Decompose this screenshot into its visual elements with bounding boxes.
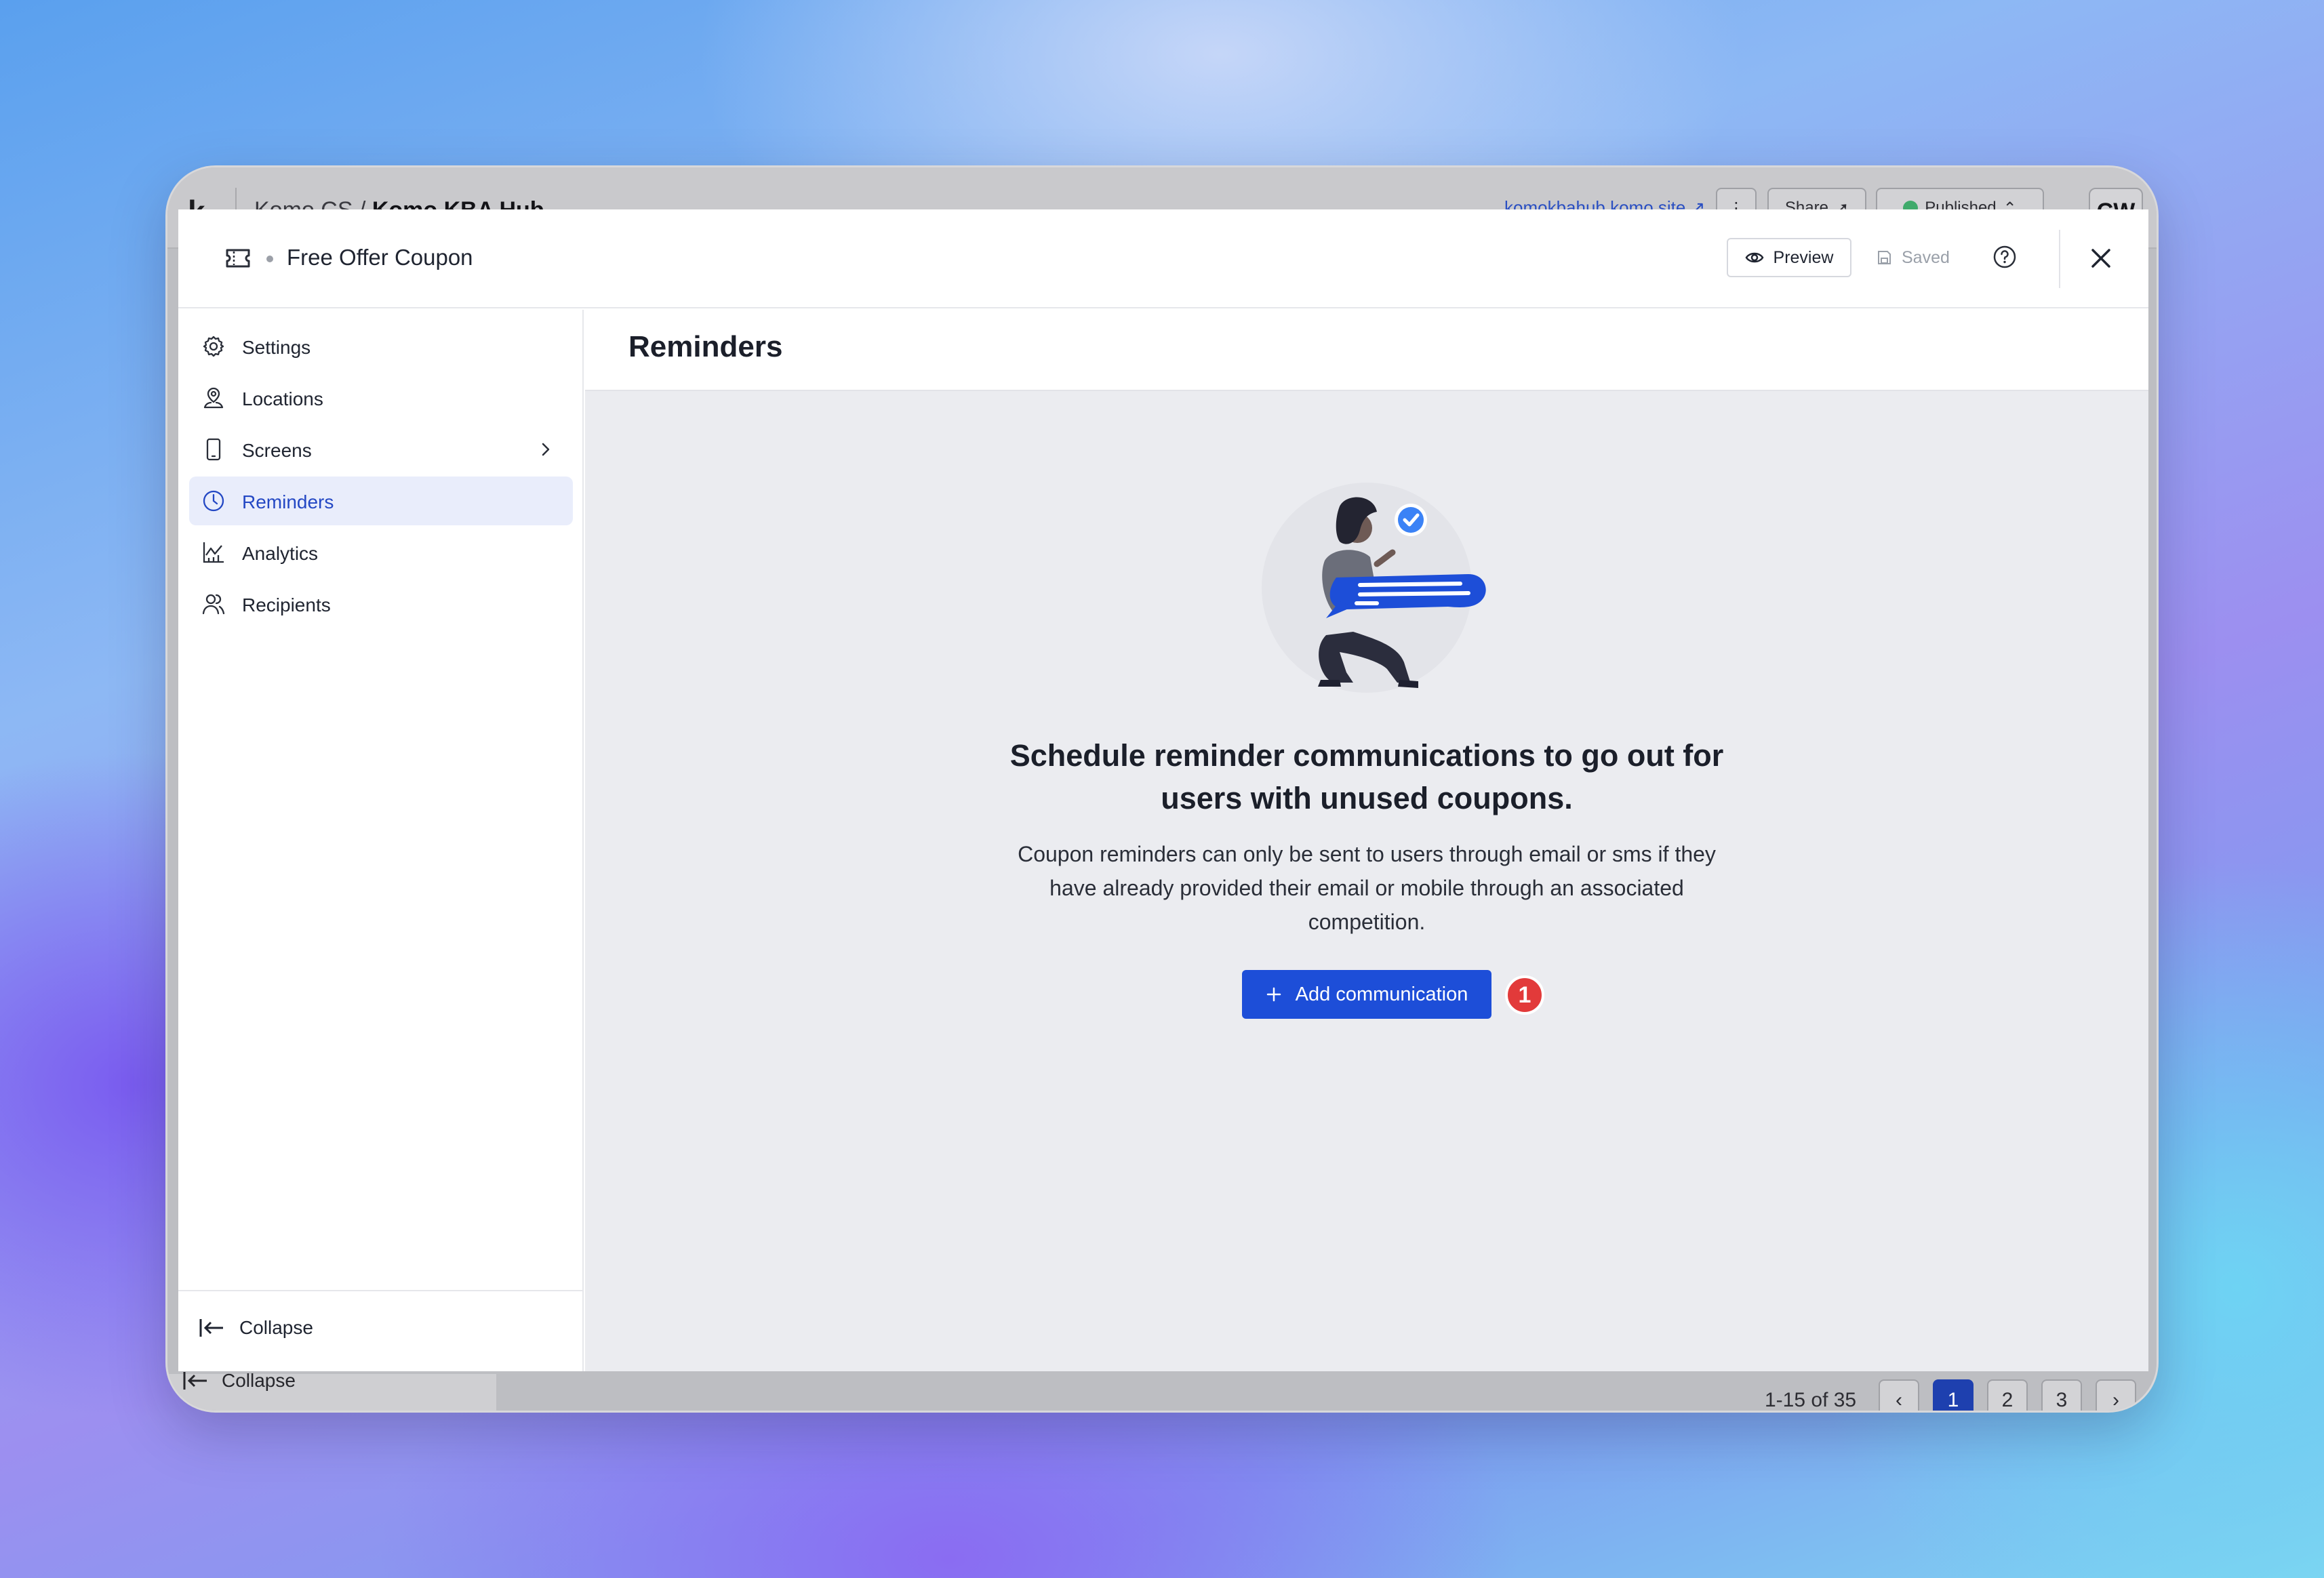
content-header: Reminders [585, 310, 2148, 391]
sidebar-item-label: Settings [242, 337, 311, 358]
location-person-icon [203, 387, 224, 409]
sidebar-footer: Collapse [178, 1290, 582, 1371]
sidebar-item-screens[interactable]: Screens [189, 425, 573, 474]
empty-state-description: Coupon reminders can only be sent to use… [1018, 842, 1716, 934]
chevron-right-icon: › [2112, 1389, 2119, 1411]
chart-icon [203, 542, 224, 563]
page-button-3[interactable]: 3 [2041, 1379, 2082, 1411]
header-divider [2059, 230, 2060, 288]
sidebar-item-label: Screens [242, 440, 312, 461]
users-icon [202, 594, 225, 615]
close-icon[interactable] [2087, 245, 2115, 272]
plus-icon [1266, 987, 1281, 1002]
background-collapse-button[interactable]: Collapse [182, 1370, 296, 1392]
background-collapse-label: Collapse [222, 1370, 296, 1391]
page-title: Reminders [628, 330, 783, 363]
person-message-illustration [1262, 483, 1486, 693]
step-badge: 1 [1505, 975, 1544, 1015]
next-page-button[interactable]: › [2096, 1379, 2136, 1411]
sidebar-item-analytics[interactable]: Analytics [189, 528, 573, 577]
collapse-label: Collapse [239, 1317, 313, 1338]
modal-title: Free Offer Coupon [287, 245, 473, 270]
modal-header: Free Offer Coupon Preview Saved [178, 209, 2148, 308]
add-communication-button[interactable]: Add communication [1242, 970, 1491, 1019]
sidebar-item-label: Locations [242, 388, 323, 409]
page-button-1[interactable]: 1 [1933, 1379, 1974, 1411]
collapse-icon [199, 1319, 223, 1337]
page-button-2[interactable]: 2 [1987, 1379, 2028, 1411]
gear-icon [203, 336, 224, 357]
sidebar-item-label: Recipients [242, 594, 331, 615]
title-dot [266, 256, 273, 262]
prev-page-button[interactable]: ‹ [1879, 1379, 1919, 1411]
save-icon [1878, 251, 1891, 264]
clock-icon [203, 490, 224, 512]
preview-button[interactable]: Preview [1727, 238, 1851, 277]
collapse-button[interactable]: Collapse [199, 1317, 313, 1339]
empty-state-title: Schedule reminder communications to go o… [1009, 738, 1724, 815]
saved-label: Saved [1902, 247, 1950, 267]
reminders-panel: Reminders Schedule reminder communicatio… [585, 310, 2148, 1371]
empty-state: Schedule reminder communications to go o… [585, 479, 2148, 1019]
sidebar-item-reminders[interactable]: Reminders [189, 477, 573, 525]
chevron-left-icon: ‹ [1896, 1389, 1902, 1411]
sidebar-item-settings[interactable]: Settings [189, 322, 573, 371]
modal-sidebar: Settings Locations Screens Reminders Ana… [178, 310, 584, 1371]
preview-label: Preview [1773, 247, 1834, 267]
app-window: k Komo CS / Komo KBA Hub komokbahub.komo… [165, 165, 2159, 1413]
sidebar-item-label: Analytics [242, 543, 319, 564]
add-communication-row: Add communication 1 [1242, 970, 1544, 1019]
sidebar-item-recipients[interactable]: Recipients [189, 580, 573, 628]
ticket-icon [226, 249, 250, 268]
collapse-icon [183, 1372, 207, 1390]
sidebar-item-label: Reminders [242, 491, 334, 512]
sidebar-item-locations[interactable]: Locations [189, 373, 573, 422]
add-communication-label: Add communication [1295, 983, 1468, 1005]
coupon-modal: Free Offer Coupon Preview Saved Settings… [178, 209, 2148, 1371]
chevron-right-icon [542, 443, 550, 456]
saved-status: Saved [1876, 238, 1950, 277]
phone-icon [206, 438, 221, 461]
eye-icon [1745, 252, 1764, 263]
help-icon[interactable] [1992, 245, 2017, 269]
